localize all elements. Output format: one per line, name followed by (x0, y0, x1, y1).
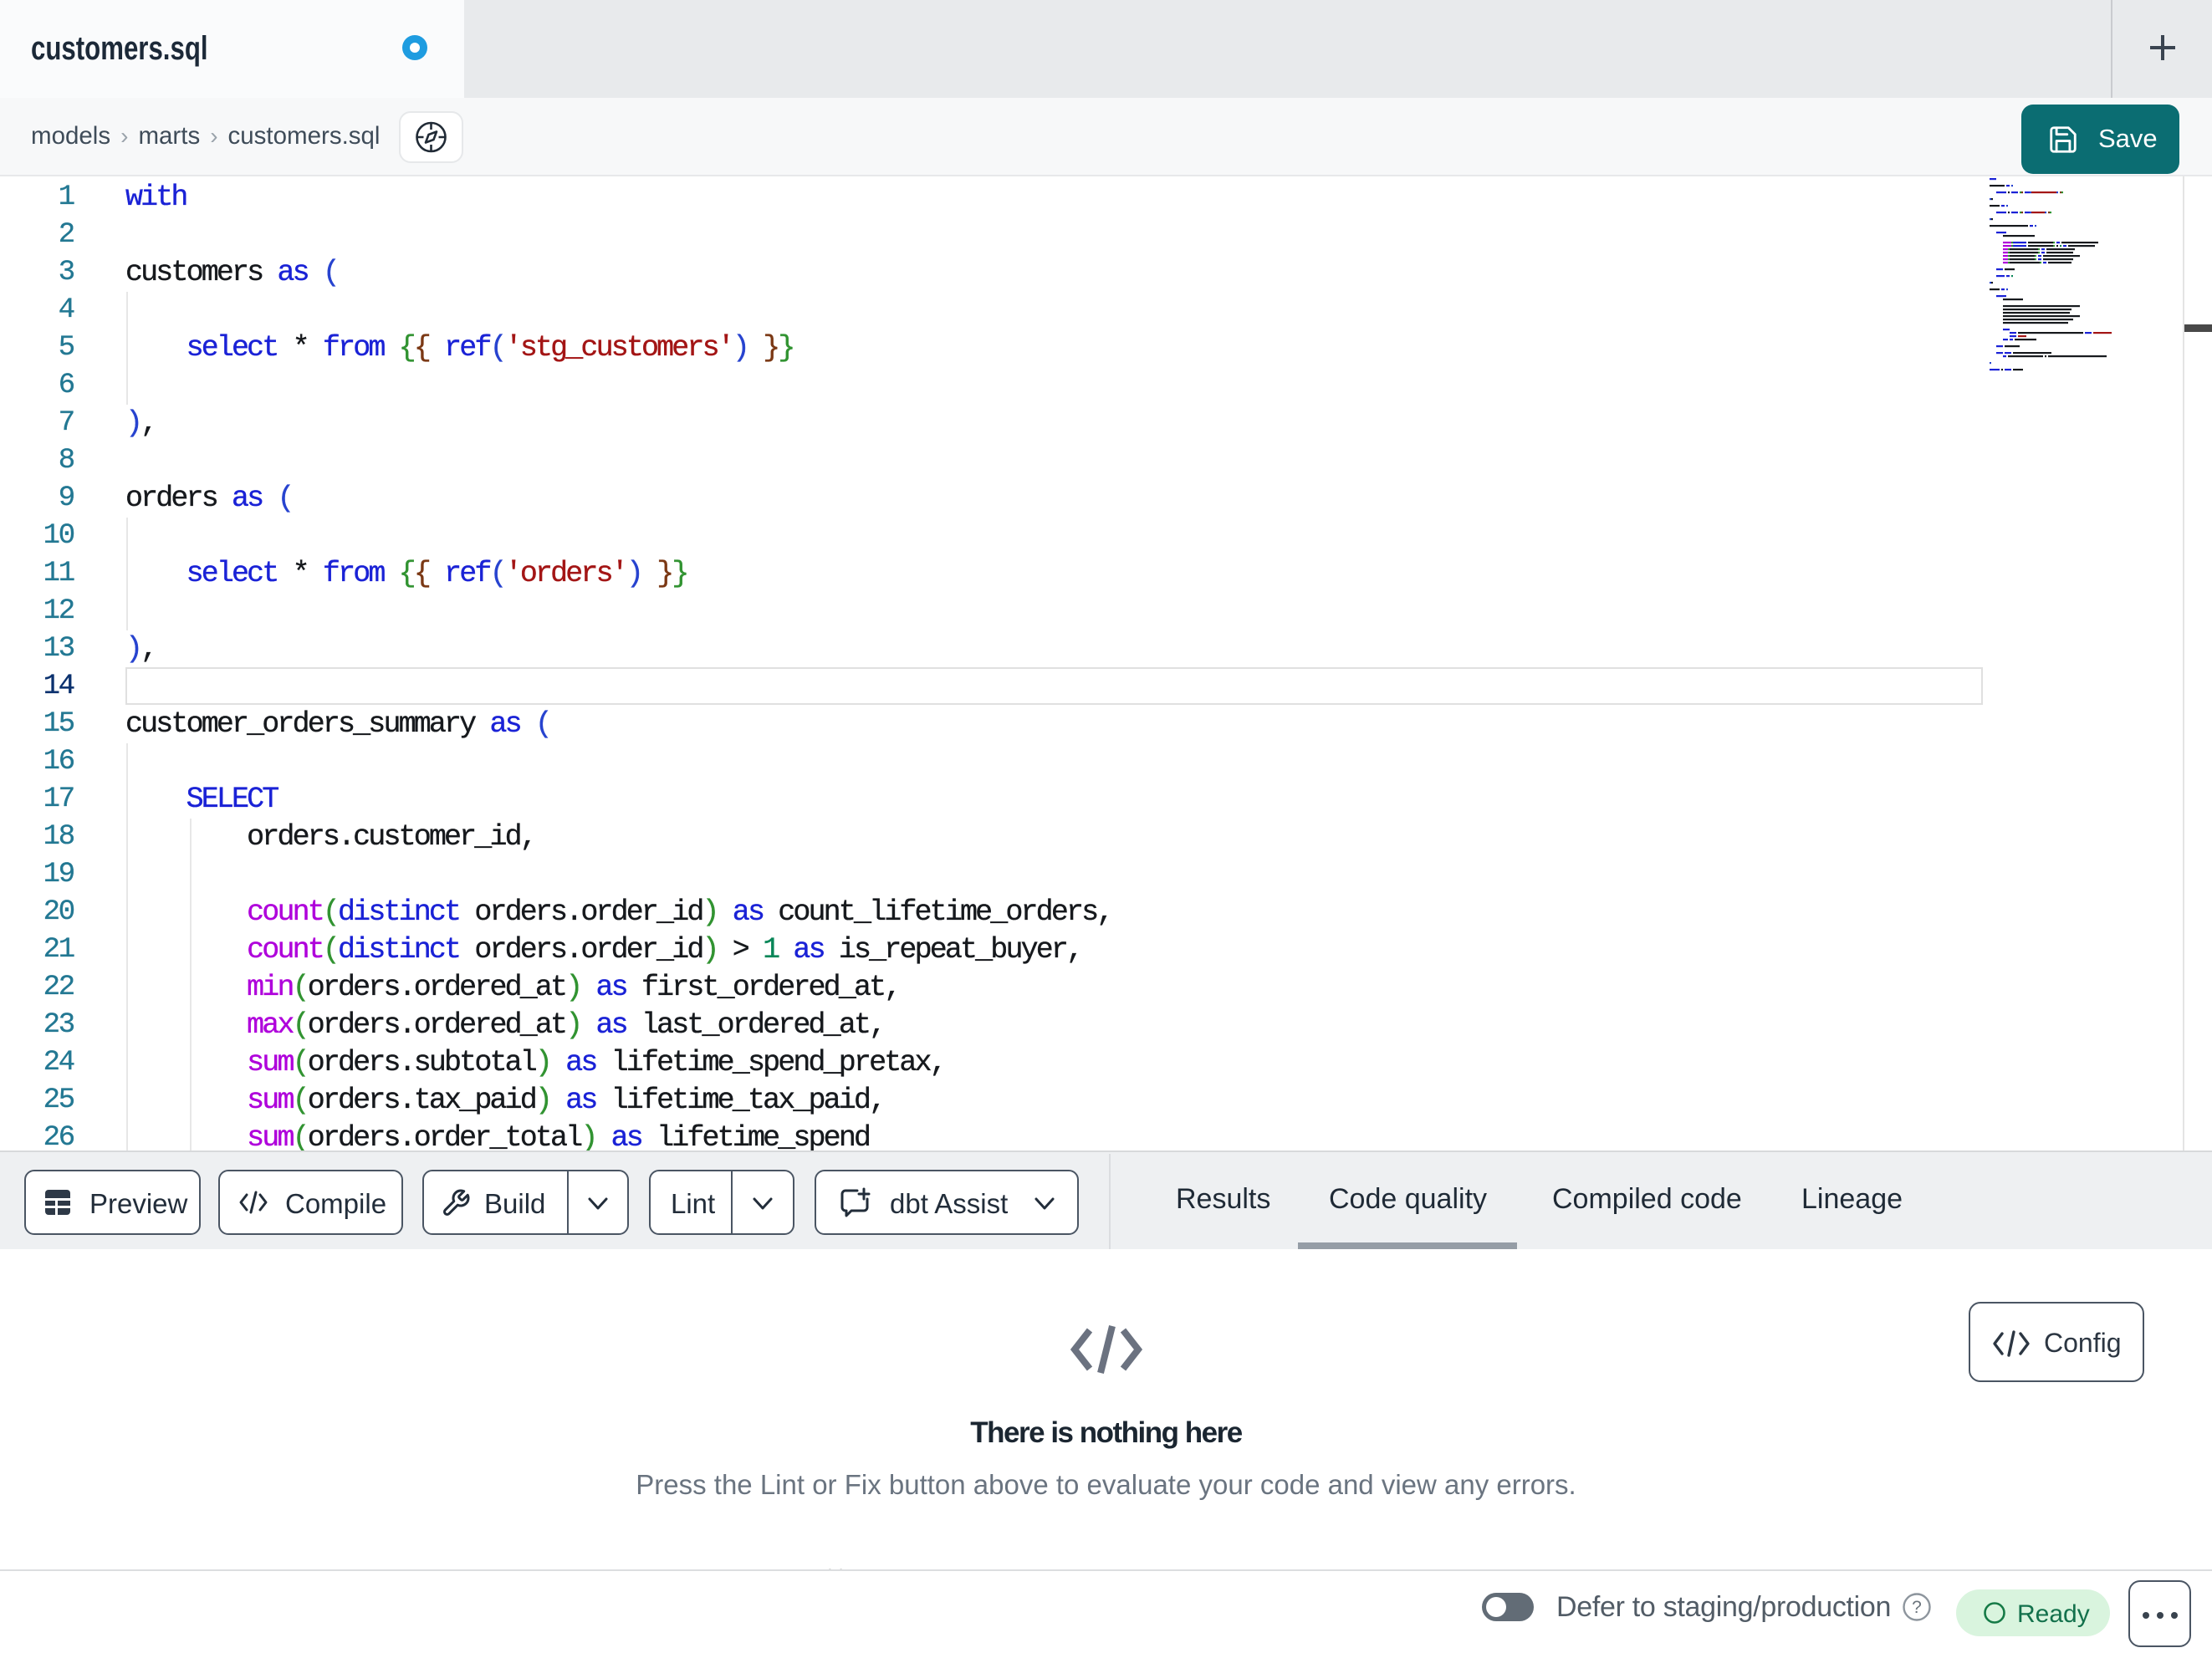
svg-text:?: ? (1912, 1598, 1922, 1617)
